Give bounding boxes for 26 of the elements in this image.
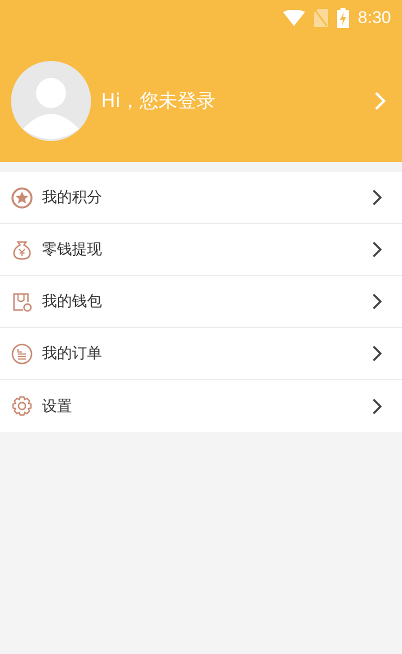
menu-item[interactable]: 设置: [0, 380, 402, 432]
chevron-right-icon: [372, 345, 382, 362]
menu-label: 我的积分: [42, 187, 103, 208]
money-bag-icon: [11, 238, 33, 260]
login-prompt: Hi，您未登录: [101, 88, 217, 114]
menu-item[interactable]: 零钱提现: [0, 224, 402, 276]
status-time: 8:30: [358, 6, 391, 29]
list-icon: [11, 342, 33, 364]
menu-label: 零钱提现: [42, 239, 103, 260]
chevron-right-icon: [372, 293, 382, 310]
avatar-icon: [11, 61, 91, 141]
chevron-right-icon: [372, 398, 382, 414]
battery-icon: [336, 8, 349, 28]
chevron-right-icon: [374, 91, 386, 111]
menu-label: 设置: [42, 396, 73, 417]
chevron-right-icon: [372, 189, 382, 206]
menu-item[interactable]: 我的订单: [0, 328, 402, 380]
menu-item[interactable]: 我的积分: [0, 172, 402, 224]
menu-label: 我的钱包: [42, 291, 103, 312]
no-sim-icon: [314, 8, 328, 26]
wallet-icon: [11, 290, 33, 312]
wifi-icon: [282, 10, 305, 26]
settings-icon: [11, 395, 33, 417]
chevron-right-icon: [372, 241, 382, 258]
menu-item[interactable]: 我的钱包: [0, 276, 402, 328]
menu-label: 我的订单: [42, 343, 103, 364]
